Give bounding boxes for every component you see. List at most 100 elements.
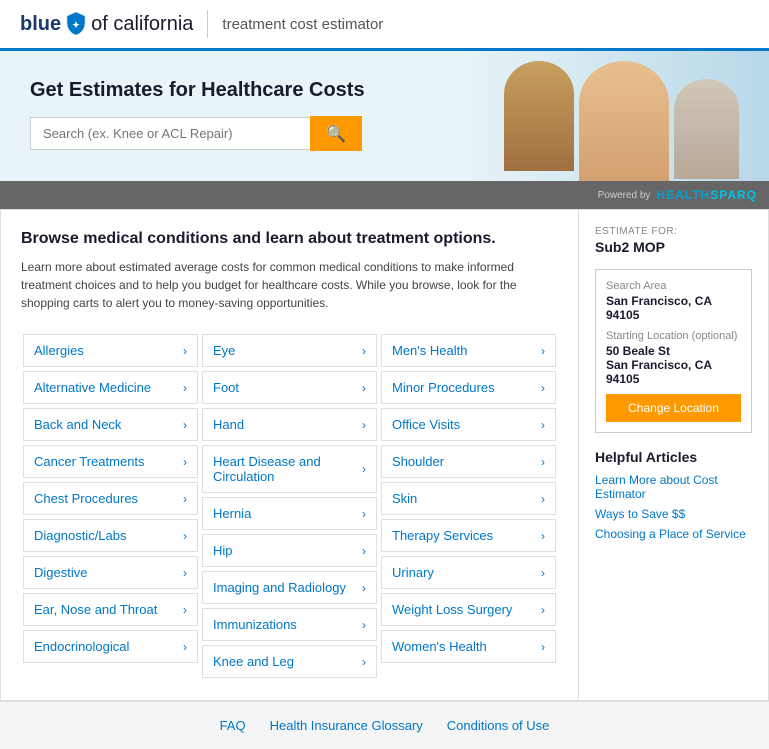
category-item[interactable]: Ear, Nose and Throat› [23,593,198,626]
articles-list: Learn More about Cost Estimator Ways to S… [595,473,752,541]
category-label: Office Visits [392,417,541,432]
chevron-right-icon: › [183,418,187,432]
footer-link[interactable]: Conditions of Use [447,718,550,733]
category-item[interactable]: Men's Health› [381,334,556,367]
category-item[interactable]: Women's Health› [381,630,556,663]
footer-link[interactable]: Health Insurance Glossary [270,718,423,733]
category-item[interactable]: Office Visits› [381,408,556,441]
search-button[interactable]: 🔍 [310,116,362,151]
chevron-right-icon: › [183,640,187,654]
category-label: Diagnostic/Labs [34,528,183,543]
search-area-label: Search Area [606,280,741,292]
chevron-right-icon: › [183,344,187,358]
category-label: Endocrinological [34,639,183,654]
category-item[interactable]: Back and Neck› [23,408,198,441]
category-label: Women's Health [392,639,541,654]
chevron-right-icon: › [362,655,366,669]
category-item[interactable]: Immunizations› [202,608,377,641]
svg-text:✦: ✦ [72,20,80,30]
category-item[interactable]: Alternative Medicine› [23,371,198,404]
chevron-right-icon: › [362,344,366,358]
category-item[interactable]: Hand› [202,408,377,441]
category-label: Ear, Nose and Throat [34,602,183,617]
person-silhouette-3 [674,79,739,179]
chevron-right-icon: › [541,418,545,432]
category-item[interactable]: Chest Procedures› [23,482,198,515]
category-item[interactable]: Digestive› [23,556,198,589]
category-label: Minor Procedures [392,380,541,395]
hero-section: Get Estimates for Healthcare Costs 🔍 [0,51,769,181]
chevron-right-icon: › [362,507,366,521]
helpful-articles-title: Helpful Articles [595,449,752,465]
category-item[interactable]: Urinary› [381,556,556,589]
category-col-2: Eye›Foot›Hand›Heart Disease and Circulat… [200,332,379,680]
category-label: Cancer Treatments [34,454,183,469]
person-silhouette-1 [504,61,574,171]
logo-divider [207,10,208,38]
footer-links: FAQ Health Insurance Glossary Conditions o… [16,718,753,733]
logo-blue-text: blue [20,13,61,36]
category-col-1: Allergies› Alternative Medicine› Back and … [21,332,200,680]
chevron-right-icon: › [183,455,187,469]
category-item[interactable]: Diagnostic/Labs› [23,519,198,552]
starting-location-line2: San Francisco, CA 94105 [606,358,741,386]
category-label: Chest Procedures [34,491,183,506]
category-item[interactable]: Weight Loss Surgery› [381,593,556,626]
category-item[interactable]: Cancer Treatments› [23,445,198,478]
main-area: Browse medical conditions and learn abou… [0,209,769,701]
category-label: Back and Neck [34,417,183,432]
chevron-right-icon: › [362,618,366,632]
category-label: Hip [213,543,362,558]
logo-of-california-text: of california [91,13,193,36]
chevron-right-icon: › [541,529,545,543]
category-label: Hernia [213,506,362,521]
chevron-right-icon: › [541,566,545,580]
category-item[interactable]: Hip› [202,534,377,567]
change-location-button[interactable]: Change Location [606,394,741,422]
search-input[interactable] [30,117,310,150]
category-label: Skin [392,491,541,506]
chevron-right-icon: › [362,418,366,432]
category-item[interactable]: Endocrinological› [23,630,198,663]
estimate-value: Sub2 MOP [595,239,752,255]
chevron-right-icon: › [541,455,545,469]
chevron-right-icon: › [541,492,545,506]
category-item[interactable]: Imaging and Radiology› [202,571,377,604]
category-label: Digestive [34,565,183,580]
header-subtitle: treatment cost estimator [222,16,383,33]
chevron-right-icon: › [183,603,187,617]
logo-area: blue ✦ of california [20,11,193,37]
category-item[interactable]: Heart Disease and Circulation› [202,445,377,493]
category-item[interactable]: Knee and Leg› [202,645,377,678]
location-box: Search Area San Francisco, CA 94105 Star… [595,269,752,433]
category-label: Eye [213,343,362,358]
shield-icon: ✦ [65,11,87,37]
category-item[interactable]: Therapy Services› [381,519,556,552]
category-item[interactable]: Minor Procedures› [381,371,556,404]
chevron-right-icon: › [183,492,187,506]
chevron-right-icon: › [362,581,366,595]
estimate-label: ESTIMATE FOR: [595,226,752,237]
article-link[interactable]: Choosing a Place of Service [595,527,752,541]
category-item[interactable]: Hernia› [202,497,377,530]
category-label: Knee and Leg [213,654,362,669]
category-col-3: Men's Health›Minor Procedures›Office Vis… [379,332,558,680]
category-item[interactable]: Allergies› [23,334,198,367]
healthsparq-health: HEALTH [656,188,710,202]
footer-link[interactable]: FAQ [220,718,246,733]
chevron-right-icon: › [183,566,187,580]
chevron-right-icon: › [541,381,545,395]
footer: FAQ Health Insurance Glossary Conditions o… [0,701,769,749]
chevron-right-icon: › [541,603,545,617]
categories-grid: Allergies› Alternative Medicine› Back and … [21,332,558,680]
category-item[interactable]: Eye› [202,334,377,367]
category-item[interactable]: Shoulder› [381,445,556,478]
chevron-right-icon: › [362,544,366,558]
article-link[interactable]: Learn More about Cost Estimator [595,473,752,501]
category-item[interactable]: Skin› [381,482,556,515]
category-label: Heart Disease and Circulation [213,454,362,484]
category-item[interactable]: Foot› [202,371,377,404]
browse-desc: Learn more about estimated average costs… [21,258,531,312]
article-link[interactable]: Ways to Save $$ [595,507,752,521]
category-label: Men's Health [392,343,541,358]
